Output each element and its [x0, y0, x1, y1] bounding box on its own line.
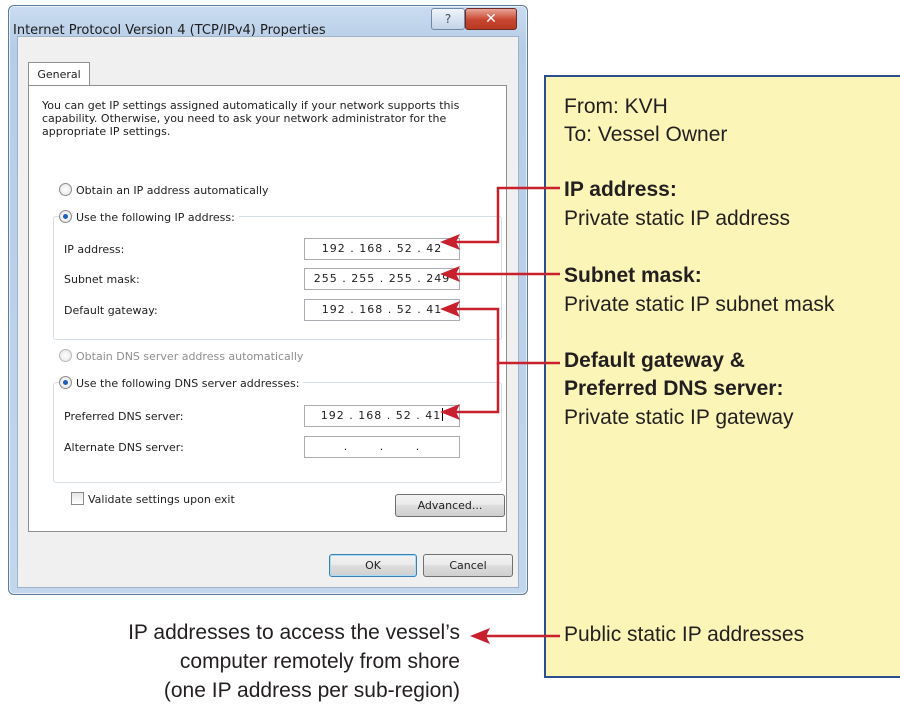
subnet-mask-label: Subnet mask: — [64, 273, 140, 286]
note-gateway-heading-1: Default gateway & — [564, 349, 745, 372]
checkbox-box — [71, 492, 84, 505]
radio-obtain-ip-auto[interactable]: Obtain an IP address automatically — [59, 183, 273, 197]
advanced-button[interactable]: Advanced... — [395, 494, 505, 517]
note-subnet-desc: Private static IP subnet mask — [564, 293, 835, 316]
ok-button[interactable]: OK — [329, 554, 417, 577]
caption-line-1: IP addresses to access the vessel’s — [128, 621, 460, 644]
radio-obtain-dns-auto[interactable]: Obtain DNS server address automatically — [59, 349, 308, 363]
preferred-dns-input[interactable]: 192 . 168 . 52 . 41 — [304, 405, 460, 427]
help-icon: ? — [444, 12, 452, 26]
tab-general[interactable]: General — [28, 62, 90, 87]
tcp-ipv4-properties-dialog: Internet Protocol Version 4 (TCP/IPv4) P… — [8, 5, 528, 595]
subnet-mask-input[interactable]: 255 . 255 . 255 . 249 — [304, 268, 460, 290]
caption-line-2: computer remotely from shore — [179, 650, 460, 673]
caption-line-3: (one IP address per sub-region) — [163, 679, 460, 702]
help-button[interactable]: ? — [431, 8, 465, 30]
dns-settings-group — [53, 382, 502, 483]
radio-indicator-selected — [59, 376, 72, 389]
default-gateway-input[interactable]: 192 . 168 . 52 . 41 — [304, 299, 460, 321]
note-subnet-heading: Subnet mask: — [564, 264, 702, 287]
description-text: You can get IP settings assigned automat… — [42, 99, 460, 138]
note-to: To: Vessel Owner — [564, 123, 728, 146]
cancel-button[interactable]: Cancel — [423, 554, 513, 577]
note-ip-desc: Private static IP address — [564, 207, 791, 230]
close-button[interactable]: ✕ — [465, 8, 517, 30]
alternate-dns-label: Alternate DNS server: — [64, 441, 184, 454]
bottom-caption: IP addresses to access the vessel’s comp… — [128, 618, 460, 705]
ip-address-input[interactable]: 192 . 168 . 52 . 42 — [304, 238, 460, 260]
note-gateway-heading-2: Preferred DNS server: — [564, 377, 784, 400]
general-tab-panel: You can get IP settings assigned automat… — [28, 85, 507, 532]
radio-use-following-dns[interactable]: Use the following DNS server addresses: — [59, 376, 304, 390]
close-icon: ✕ — [485, 11, 497, 27]
default-gateway-label: Default gateway: — [64, 304, 158, 317]
ip-address-label: IP address: — [64, 243, 125, 256]
public-ip-arrowhead — [470, 628, 490, 644]
dialog-client-area: General You can get IP settings assigned… — [17, 36, 519, 588]
radio-indicator — [59, 349, 72, 362]
validate-settings-checkbox[interactable]: Validate settings upon exit — [71, 492, 235, 506]
text-caret — [442, 408, 444, 421]
note-gateway-desc: Private static IP gateway — [564, 406, 794, 429]
alternate-dns-input[interactable]: . . . — [304, 436, 460, 458]
radio-indicator — [59, 183, 72, 196]
note-from: From: KVH — [564, 95, 668, 118]
radio-indicator-selected — [59, 210, 72, 223]
radio-use-following-ip[interactable]: Use the following IP address: — [59, 210, 239, 224]
note-ip-heading: IP address: — [564, 178, 677, 201]
note-public-label: Public static IP addresses — [564, 623, 805, 646]
preferred-dns-label: Preferred DNS server: — [64, 410, 184, 423]
